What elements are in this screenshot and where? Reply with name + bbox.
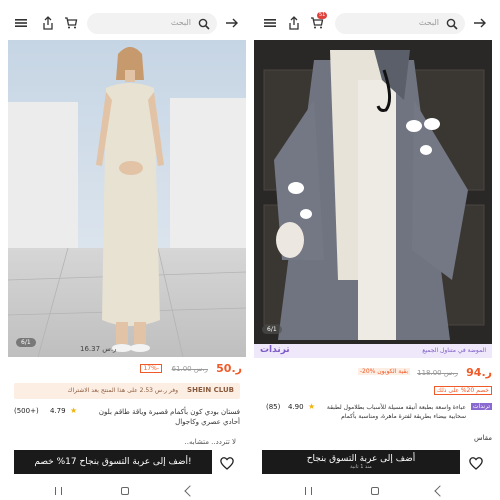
extra-note: لا تتردد.. متشابه.. [184,438,236,446]
coupon-tag: بقية الكوبون %20- [357,368,410,375]
club-banner[interactable]: SHEIN CLUB وفر ر.س 2.53 على هذا المنتج ب… [14,383,240,399]
top-bar: البحث [0,0,250,40]
bottom-action-bar: أضف إلى عربة التسوق بنجاح 17% خصم! [0,446,250,476]
cart-icon[interactable]: 51 [310,12,328,30]
add-to-cart-sub: منذ 1 ثانية [350,464,372,470]
wishlist-heart-icon[interactable] [468,455,484,471]
bottom-action-bar: أضف إلى عربة التسوق بنجاح منذ 1 ثانية [250,446,500,476]
image-counter: 6/1 [16,338,36,347]
back-arrow-icon[interactable] [473,16,487,30]
search-placeholder: البحث [418,18,439,27]
original-price: ر.س 61.00 [171,365,208,373]
search-icon [445,17,458,30]
add-to-cart-label: أضف إلى عربة التسوق بنجاح 17% خصم! [34,457,192,467]
club-brand: SHEIN CLUB [187,386,234,394]
discount-badge: 17%- [140,364,162,373]
back-button[interactable] [184,485,196,497]
search-input[interactable]: البحث [87,13,217,34]
star-icon: ★ [308,402,316,411]
back-button[interactable] [434,485,446,497]
star-icon: ★ [70,406,78,415]
title-block: (85) 4.90 ★ ترندات عباءة واسعة بطبعة أني… [258,402,492,428]
trending-tag: ترندات [470,403,492,410]
image-counter: 6/1 [262,325,282,334]
product-screen-right: 51 البحث 6/1 ترندات الموضة في متناول الج… [250,0,500,500]
menu-icon[interactable] [263,16,277,30]
product-title: فستان بودي كون بأكمام قصيرة وياقة طاقم ب… [98,408,240,426]
original-price: ر.س 118.00 [417,369,458,377]
cart-badge: 51 [317,12,328,19]
search-input[interactable]: البحث [335,13,465,34]
menu-icon[interactable] [14,16,28,30]
price-row: 94.ر ر.س 118.00 بقية الكوبون %20- [258,366,492,384]
recents-button[interactable] [55,487,62,495]
product-title: عباءة واسعة بطبعة أنيقة مسيلة للأسباب بط… [326,404,466,420]
system-nav-bar [250,480,500,500]
image-price-chip: ر.س 16.37 [80,345,117,353]
top-bar: 51 البحث [250,0,500,40]
home-button[interactable] [121,487,129,495]
rating-value: 4.79 [50,407,66,415]
add-to-cart-button[interactable]: أضف إلى عربة التسوق بنجاح منذ 1 ثانية [262,450,460,474]
share-icon[interactable] [287,16,301,30]
title-block: (500+) 4.79 ★ فستان بودي كون بأكمام قصير… [14,406,240,436]
trend-label: ترندات [260,345,290,355]
rating-count: (85) [266,403,281,411]
wishlist-heart-icon[interactable] [219,455,235,471]
price: 50.ر [216,362,242,375]
product-image[interactable]: 6/1 [254,40,492,344]
back-arrow-icon[interactable] [225,16,239,30]
cart-icon[interactable] [64,16,78,30]
product-screen-left: البحث 6/1 ر.س 16.37 50.ر ر.س 61.00 17%- … [0,0,250,500]
recents-button[interactable] [305,487,312,495]
club-text: وفر ر.س 2.53 على هذا المنتج بعد الاشتراك [67,387,179,394]
product-image[interactable]: 6/1 ر.س 16.37 [8,40,246,357]
price: 94.ر [466,366,492,379]
add-to-cart-button[interactable]: أضف إلى عربة التسوق بنجاح 17% خصم! [14,450,212,474]
trend-banner[interactable]: ترندات الموضة في متناول الجميع [254,344,492,358]
rating-value: 4.90 [288,403,304,411]
promo-tag[interactable]: خصم 20% على ذلك [433,386,492,395]
size-label: مقاس [474,434,492,442]
system-nav-bar [0,480,250,500]
price-row: 50.ر ر.س 61.00 17%- [8,362,242,380]
trend-sub: الموضة في متناول الجميع [422,347,486,354]
home-button[interactable] [371,487,379,495]
share-icon[interactable] [41,16,55,30]
search-icon [197,17,210,30]
search-placeholder: البحث [170,18,191,27]
rating-count: (500+) [14,407,39,415]
add-to-cart-label: أضف إلى عربة التسوق بنجاح [306,454,416,464]
